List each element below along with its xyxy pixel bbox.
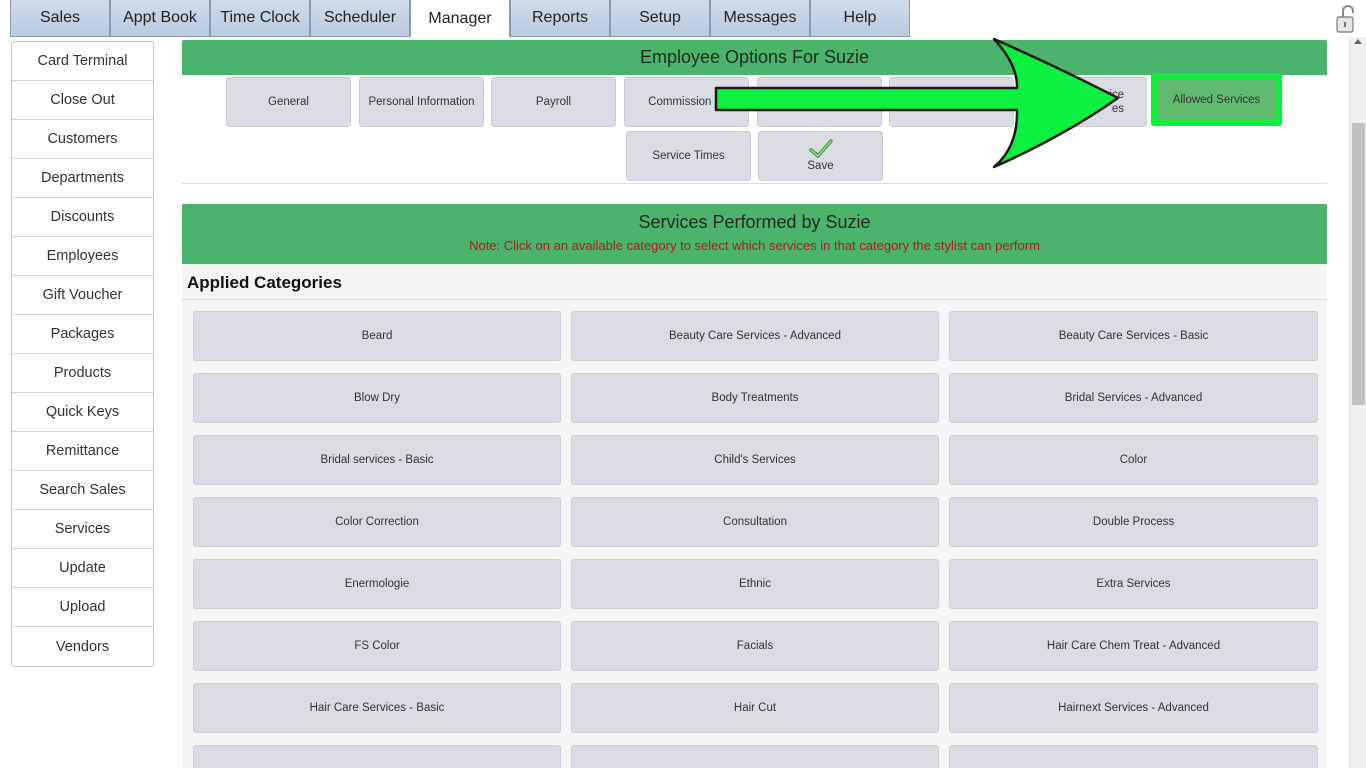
save-label: Save	[807, 160, 834, 172]
sidebar: Card Terminal Close Out Customers Depart…	[11, 41, 154, 667]
category-button[interactable]: Hair Care Services - Basic	[193, 683, 561, 733]
sidebar-item-card-terminal[interactable]: Card Terminal	[12, 42, 153, 81]
services-title: Services Performed by Suzie	[638, 212, 871, 232]
save-button[interactable]: Save	[758, 131, 883, 181]
category-button[interactable]	[949, 745, 1318, 768]
sidebar-item-gift-voucher[interactable]: Gift Voucher	[12, 276, 153, 315]
sidebar-item-remittance[interactable]: Remittance	[12, 432, 153, 471]
service-button-line1: vice	[1103, 89, 1124, 101]
applied-categories-heading: Applied Categories	[182, 264, 1327, 300]
category-button[interactable]: Facials	[571, 621, 939, 671]
employee-options-title: Employee Options For Suzie	[182, 40, 1327, 75]
tab-setup[interactable]: Setup	[610, 0, 710, 37]
category-grid: Beard Beauty Care Services - Advanced Beau…	[193, 311, 1318, 768]
sidebar-item-departments[interactable]: Departments	[12, 159, 153, 198]
services-panel: Services Performed by Suzie Note: Click …	[182, 204, 1327, 768]
services-note: Note: Click on an available category to …	[469, 238, 1040, 253]
service-button-line2: es	[1111, 103, 1124, 115]
category-button[interactable]: Child's Services	[571, 435, 939, 485]
category-button[interactable]: Body Treatments	[571, 373, 939, 423]
tab-appt-book[interactable]: Appt Book	[110, 0, 210, 37]
category-button[interactable]: Blow Dry	[193, 373, 561, 423]
category-button[interactable]	[571, 745, 939, 768]
category-button[interactable]: Color Correction	[193, 497, 561, 547]
scrollbar[interactable]	[1349, 37, 1366, 768]
divider	[182, 183, 1327, 184]
personal-information-button[interactable]: Personal Information	[359, 77, 484, 127]
sidebar-item-discounts[interactable]: Discounts	[12, 198, 153, 237]
lock-icon[interactable]	[1336, 4, 1358, 34]
commission-plan-button[interactable]: Commission Pl	[624, 77, 749, 127]
sidebar-item-update[interactable]: Update	[12, 549, 153, 588]
checkmark-icon	[808, 139, 833, 158]
tab-messages[interactable]: Messages	[710, 0, 810, 37]
allowed-services-button[interactable]: Allowed Services	[1151, 73, 1282, 126]
category-button[interactable]: FS Color	[193, 621, 561, 671]
option-button-hidden-1[interactable]	[757, 77, 882, 127]
sidebar-item-employees[interactable]: Employees	[12, 237, 153, 276]
tab-help[interactable]: Help	[810, 0, 910, 37]
category-button[interactable]: Hair Cut	[571, 683, 939, 733]
category-button[interactable]: Beauty Care Services - Advanced	[571, 311, 939, 361]
sidebar-item-vendors[interactable]: Vendors	[12, 627, 153, 666]
category-button[interactable]: Color	[949, 435, 1318, 485]
tab-scheduler[interactable]: Scheduler	[310, 0, 410, 37]
top-nav: Sales Appt Book Time Clock Scheduler Man…	[10, 0, 910, 37]
tab-time-clock[interactable]: Time Clock	[210, 0, 310, 37]
tab-reports[interactable]: Reports	[510, 0, 610, 37]
service-categories-button[interactable]: vice es	[1022, 77, 1147, 127]
sidebar-item-packages[interactable]: Packages	[12, 315, 153, 354]
scroll-up-icon[interactable]	[1354, 39, 1362, 44]
category-button[interactable]: Double Process	[949, 497, 1318, 547]
sidebar-item-services[interactable]: Services	[12, 510, 153, 549]
sidebar-item-customers[interactable]: Customers	[12, 120, 153, 159]
category-button[interactable]	[193, 745, 561, 768]
tab-sales[interactable]: Sales	[10, 0, 110, 37]
sidebar-item-products[interactable]: Products	[12, 354, 153, 393]
category-button[interactable]: Consultation	[571, 497, 939, 547]
scrollbar-thumb[interactable]	[1352, 123, 1365, 405]
sidebar-item-search-sales[interactable]: Search Sales	[12, 471, 153, 510]
category-button[interactable]: Ethnic	[571, 559, 939, 609]
category-button[interactable]: Hair Care Chem Treat - Advanced	[949, 621, 1318, 671]
category-button[interactable]: Beard	[193, 311, 561, 361]
services-header: Services Performed by Suzie Note: Click …	[182, 204, 1327, 264]
general-button[interactable]: General	[226, 77, 351, 127]
sidebar-item-upload[interactable]: Upload	[12, 588, 153, 627]
option-button-hidden-2[interactable]	[889, 77, 1014, 127]
main-content: Employee Options For Suzie General Perso…	[182, 40, 1327, 768]
service-times-button[interactable]: Service Times	[626, 131, 751, 181]
sidebar-item-quick-keys[interactable]: Quick Keys	[12, 393, 153, 432]
payroll-button[interactable]: Payroll	[491, 77, 616, 127]
tab-manager[interactable]: Manager	[410, 0, 510, 37]
category-button[interactable]: Hairnext Services - Advanced	[949, 683, 1318, 733]
category-button[interactable]: Bridal services - Basic	[193, 435, 561, 485]
category-button[interactable]: Extra Services	[949, 559, 1318, 609]
category-button[interactable]: Beauty Care Services - Basic	[949, 311, 1318, 361]
category-button[interactable]: Bridal Services - Advanced	[949, 373, 1318, 423]
category-button[interactable]: Enermologie	[193, 559, 561, 609]
sidebar-item-close-out[interactable]: Close Out	[12, 81, 153, 120]
